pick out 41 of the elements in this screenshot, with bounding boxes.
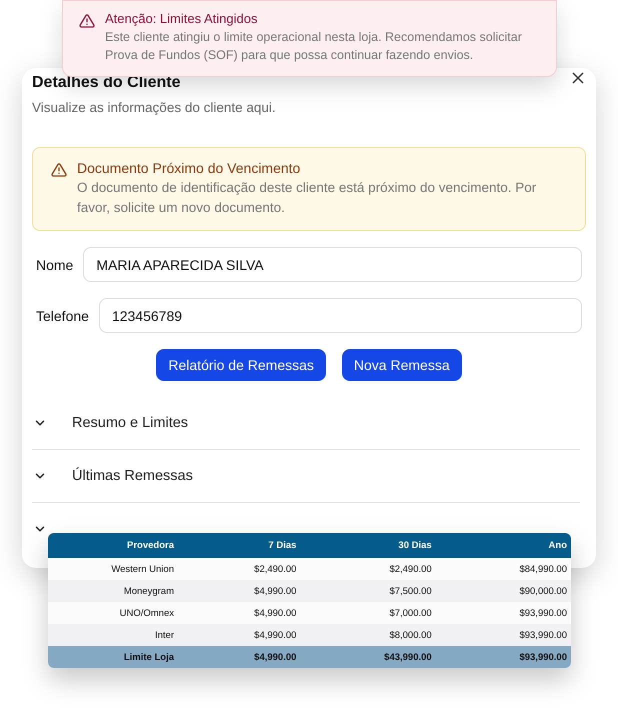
column-header: 7 Dias [178, 533, 300, 558]
table-cell: $4,990.00 [178, 602, 300, 624]
table-cell: $7,500.00 [300, 580, 436, 602]
warning-message: O documento de identificação deste cliente está próximo do vencimento. Por favor, solicite um novo documento. [77, 179, 538, 217]
table-cell: $93,990.00 [436, 602, 571, 624]
close-icon [572, 72, 584, 84]
table-cell: Western Union [48, 558, 178, 580]
table-cell: $84,990.00 [436, 558, 571, 580]
table-cell: $2,490.00 [178, 558, 300, 580]
action-button[interactable]: Nova Remessa [342, 349, 462, 381]
field-label: Nome [36, 256, 74, 272]
table-cell: $90,000.00 [436, 580, 571, 602]
table-cell: Inter [48, 624, 178, 646]
toast-title: Atenção: Limites Atingidos [105, 11, 258, 26]
table-cell: $2,490.00 [300, 558, 436, 580]
table-cell: $8,000.00 [300, 624, 436, 646]
accordion-header[interactable]: Resumo e Limites [72, 415, 188, 431]
total-cell: $4,990.00 [178, 646, 300, 668]
warning-icon [79, 13, 95, 29]
input-field[interactable]: MARIA APARECIDA SILVA [83, 247, 582, 282]
dialog-subtitle: Visualize as informações do cliente aqui. [32, 100, 277, 115]
table-cell: Moneygram [48, 580, 178, 602]
close-button[interactable] [570, 70, 586, 86]
field-label: Telefone [36, 308, 89, 324]
column-header: Ano [436, 533, 571, 558]
total-cell: Limite Loja [48, 646, 178, 668]
total-cell: $43,990.00 [300, 646, 436, 668]
table-cell: $4,990.00 [178, 624, 300, 646]
toast-message: Este cliente atingiu o limite operacional nesta loja. Recomendamos solicitar Prova de Fundos (SOF) para que possa continuar fazendo envios. [105, 29, 523, 64]
warning-icon [51, 162, 67, 178]
table-cell: $7,000.00 [300, 602, 436, 624]
action-button[interactable]: Relatório de Remessas [156, 349, 326, 381]
column-header: 30 Dias [300, 533, 436, 558]
table-cell: $4,990.00 [178, 580, 300, 602]
table-cell: $93,990.00 [436, 624, 571, 646]
column-header: Provedora [48, 533, 178, 558]
accordion-header[interactable]: Últimas Remessas [72, 468, 193, 484]
warning-title: Documento Próximo do Vencimento [77, 160, 302, 176]
input-field[interactable]: 123456789 [98, 298, 582, 333]
table-cell: UNO/Omnex [48, 602, 178, 624]
total-cell: $93,990.00 [436, 646, 571, 668]
